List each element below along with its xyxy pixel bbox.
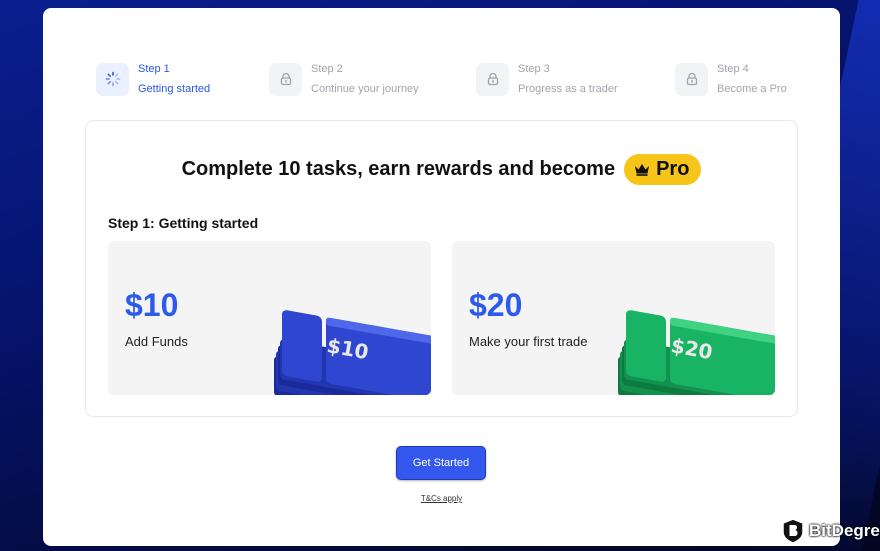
lock-icon (476, 62, 509, 96)
step-label: Become a Pro (717, 83, 787, 95)
onboarding-card: Step 1 Getting started Step 2 Continue y… (43, 8, 840, 546)
get-started-button[interactable]: Get Started (396, 446, 486, 480)
step-number: Step 4 (717, 63, 749, 75)
step-label: Getting started (138, 83, 211, 95)
bitdegree-watermark: BitDegree (782, 518, 880, 544)
lock-icon (269, 62, 302, 96)
ticket-10-image: $10 (274, 310, 431, 395)
reward-amount: $20 (469, 287, 523, 323)
reward-label: Add Funds (125, 334, 188, 349)
step-number: Step 1 (138, 63, 170, 75)
step-3[interactable]: Step 3 Progress as a trader (476, 62, 618, 96)
lock-icon (675, 62, 708, 96)
reward-amount: $10 (125, 287, 179, 323)
crown-icon (635, 164, 650, 176)
reward-label: Make your first trade (469, 334, 588, 349)
pro-badge-label: Pro (656, 158, 690, 180)
rewards-panel: Complete 10 tasks, earn rewards and beco… (85, 120, 798, 417)
step-1[interactable]: Step 1 Getting started (96, 62, 210, 96)
watermark-text: BitDegree (809, 521, 880, 540)
step-4[interactable]: Step 4 Become a Pro (675, 62, 787, 96)
step-label: Continue your journey (311, 83, 419, 95)
spinner-icon (96, 62, 129, 96)
terms-link[interactable]: T&Cs apply (43, 494, 840, 503)
step-number: Step 3 (518, 63, 550, 75)
reward-card-add-funds[interactable]: $10 Add Funds $10 (108, 241, 431, 395)
step-2[interactable]: Step 2 Continue your journey (269, 62, 419, 96)
step-label: Progress as a trader (518, 83, 618, 95)
panel-headline: Complete 10 tasks, earn rewards and beco… (86, 154, 797, 185)
step-subheading: Step 1: Getting started (108, 215, 259, 231)
ticket-20-image: $20 (618, 310, 775, 395)
stepper: Step 1 Getting started Step 2 Continue y… (96, 62, 796, 98)
step-number: Step 2 (311, 63, 343, 75)
bitdegree-logo-icon (782, 518, 804, 544)
headline-text: Complete 10 tasks, earn rewards and beco… (181, 158, 616, 180)
reward-card-first-trade[interactable]: $20 Make your first trade $20 (452, 241, 775, 395)
pro-badge: Pro (624, 154, 702, 185)
